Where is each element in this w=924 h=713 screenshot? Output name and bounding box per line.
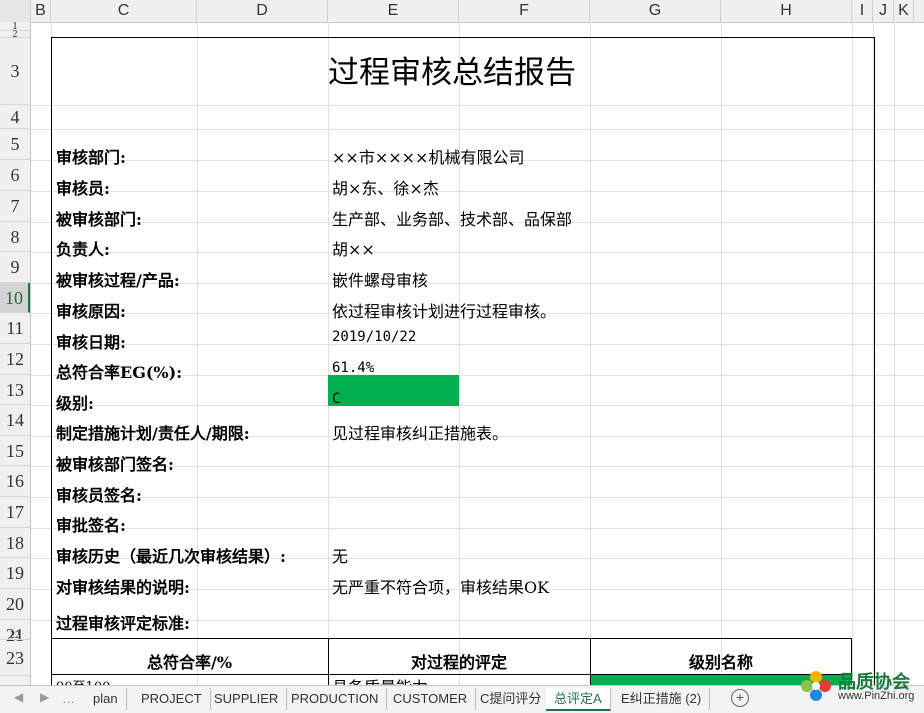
row-header[interactable]: 20 bbox=[0, 589, 30, 620]
row-header[interactable]: 18 bbox=[0, 528, 30, 558]
field-label-compliance: 总符合率EG(%): bbox=[56, 363, 183, 382]
tab-customer[interactable]: CUSTOMER bbox=[385, 688, 477, 710]
field-value-level[interactable]: C bbox=[332, 391, 340, 407]
row-header[interactable]: 8 bbox=[0, 222, 30, 252]
row-header[interactable]: 16 bbox=[0, 466, 30, 497]
column-header-f[interactable]: F bbox=[459, 0, 590, 22]
field-value-history[interactable]: 无 bbox=[332, 543, 348, 567]
field-value-action-plan[interactable]: 见过程审核纠正措施表。 bbox=[332, 420, 508, 444]
tab-production[interactable]: PRODUCTION bbox=[283, 688, 388, 710]
field-value-auditor[interactable]: 胡×东、徐×杰 bbox=[332, 175, 439, 199]
column-header-j[interactable]: J bbox=[873, 0, 894, 22]
watermark-logo: 品质协会 www.PinZhi.org bbox=[798, 668, 918, 708]
field-label-reason: 审核原因: bbox=[56, 302, 126, 321]
field-value-date[interactable]: 2019/10/22 bbox=[332, 329, 416, 345]
table-header-evaluation: 对过程的评定 bbox=[410, 653, 507, 672]
column-header-c[interactable]: C bbox=[51, 0, 197, 22]
column-header-k[interactable]: K bbox=[894, 0, 914, 22]
row-header[interactable]: 17 bbox=[0, 497, 30, 528]
field-label-level: 级别: bbox=[56, 394, 94, 413]
next-sheet-icon[interactable]: ▶ bbox=[40, 690, 49, 704]
column-header-g[interactable]: G bbox=[590, 0, 721, 22]
row-header[interactable]: 7 bbox=[0, 191, 30, 222]
field-label-process: 被审核过程/产品: bbox=[56, 271, 180, 290]
row-header[interactable]: 3 bbox=[0, 38, 30, 105]
column-header-d[interactable]: D bbox=[197, 0, 328, 22]
field-label-history: 审核历史（最近几次审核结果）: bbox=[56, 547, 286, 566]
row-header[interactable]: 13 bbox=[0, 375, 30, 405]
field-label-dept-signature: 被审核部门签名: bbox=[56, 455, 174, 474]
field-label-explanation: 对审核结果的说明: bbox=[56, 578, 190, 597]
row-header[interactable]: 22 bbox=[0, 631, 30, 641]
tab-project[interactable]: PROJECT bbox=[133, 688, 211, 710]
more-sheets-icon[interactable]: … bbox=[62, 691, 75, 706]
field-label-audited-dept: 被审核部门: bbox=[56, 210, 142, 229]
field-label-action-plan: 制定措施计划/责任人/期限: bbox=[56, 424, 250, 443]
row-header[interactable]: 5 bbox=[0, 129, 30, 160]
field-label-criteria: 过程审核评定标准: bbox=[56, 614, 190, 633]
field-value-explanation[interactable]: 无严重不符合项，审核结果OK bbox=[332, 574, 549, 598]
field-value-audited-dept[interactable]: 生产部、业务部、技术部、品保部 bbox=[332, 206, 572, 230]
row-header[interactable]: 4 bbox=[0, 105, 30, 129]
field-label-auditor: 审核员: bbox=[56, 179, 110, 198]
field-value-reason[interactable]: 依过程审核计划进行过程审核。 bbox=[332, 298, 556, 322]
level-highlight bbox=[328, 375, 459, 406]
field-value-compliance[interactable]: 61.4% bbox=[332, 360, 374, 376]
field-label-audit-dept: 审核部门: bbox=[56, 148, 126, 167]
row-header[interactable]: 15 bbox=[0, 436, 30, 466]
worksheet-grid[interactable]: 过程审核总结报告 审核部门: 审核员: 被审核部门: 负责人: 被审核过程/产品… bbox=[31, 22, 924, 685]
tab-overall-evaluation[interactable]: 总评定A bbox=[546, 688, 611, 711]
row-header-bar: 1 2 3 4 5 6 7 8 9 10 11 12 13 14 15 16 1… bbox=[0, 22, 31, 685]
add-sheet-icon[interactable]: + bbox=[731, 689, 749, 707]
field-label-approval-signature: 审批签名: bbox=[56, 516, 126, 535]
column-header-bar: B C D E F G H I J K bbox=[0, 0, 924, 23]
row-header[interactable]: 24 bbox=[0, 676, 30, 685]
table-header-compliance: 总符合率/% bbox=[146, 653, 233, 672]
column-header-b[interactable]: B bbox=[31, 0, 51, 22]
field-value-audit-dept[interactable]: ××市××××机械有限公司 bbox=[332, 144, 524, 168]
row-header[interactable]: 6 bbox=[0, 160, 30, 191]
select-all-corner[interactable] bbox=[0, 0, 31, 22]
column-header-h[interactable]: H bbox=[721, 0, 852, 22]
tab-c-question-score[interactable]: C提问评分 bbox=[472, 688, 551, 710]
field-label-responsible: 负责人: bbox=[56, 240, 110, 259]
tab-corrective-actions[interactable]: E纠正措施 (2) bbox=[613, 688, 711, 710]
column-header-e[interactable]: E bbox=[328, 0, 459, 22]
flower-logo-icon bbox=[801, 671, 831, 701]
tab-supplier[interactable]: SUPPLIER bbox=[206, 688, 288, 710]
row-header-active[interactable]: 10 bbox=[0, 283, 30, 313]
table-cell-range[interactable]: 90至100 bbox=[56, 677, 110, 685]
row-header[interactable]: 11 bbox=[0, 313, 30, 344]
tab-plan[interactable]: plan bbox=[85, 688, 127, 710]
row-header[interactable]: 9 bbox=[0, 252, 30, 283]
prev-sheet-icon[interactable]: ◀ bbox=[14, 690, 23, 704]
field-value-process[interactable]: 嵌件螺母审核 bbox=[332, 267, 428, 291]
column-header-i[interactable]: I bbox=[852, 0, 873, 22]
sheet-tab-bar: ◀ ▶ … plan PROJECT SUPPLIER PRODUCTION C… bbox=[0, 685, 924, 713]
field-label-auditor-signature: 审核员签名: bbox=[56, 486, 142, 505]
field-value-responsible[interactable]: 胡×× bbox=[332, 236, 375, 260]
row-header[interactable]: 12 bbox=[0, 344, 30, 375]
row-header[interactable]: 14 bbox=[0, 405, 30, 436]
row-header[interactable]: 19 bbox=[0, 558, 30, 589]
row-header[interactable]: 2 bbox=[0, 30, 30, 40]
table-cell-evaluation[interactable]: 具备质量能力 bbox=[332, 677, 428, 685]
row-header[interactable]: 23 bbox=[0, 640, 30, 676]
field-label-date: 审核日期: bbox=[56, 333, 126, 352]
watermark-url: www.PinZhi.org bbox=[838, 690, 915, 702]
report-title: 过程审核总结报告 bbox=[328, 55, 576, 91]
